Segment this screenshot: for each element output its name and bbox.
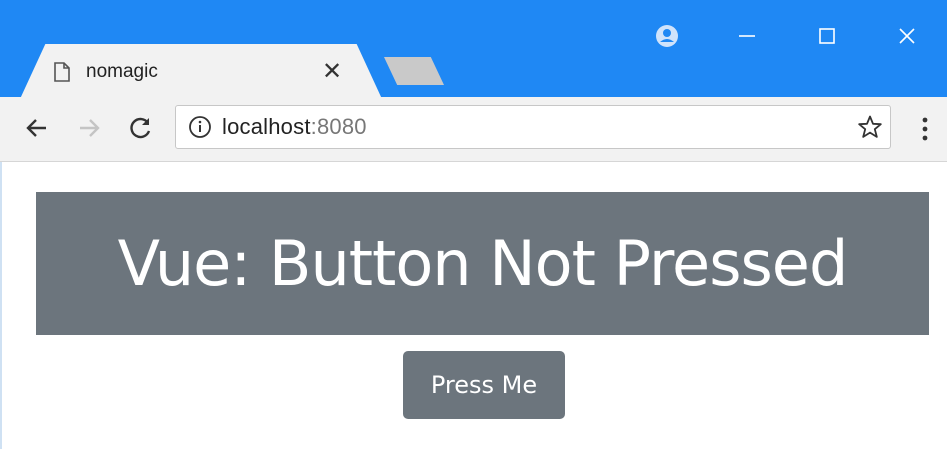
url-port: :8080 (310, 114, 367, 139)
close-icon[interactable] (867, 8, 947, 64)
maximize-icon[interactable] (787, 8, 867, 64)
arrow-right-icon[interactable] (72, 111, 106, 145)
browser-window: nomagic ✕ localhost:8080 Vue: Button Not… (0, 0, 947, 449)
account-icon[interactable] (627, 8, 707, 64)
minimize-icon[interactable] (707, 8, 787, 64)
star-icon[interactable] (850, 114, 890, 140)
url-text[interactable]: localhost:8080 (222, 114, 850, 140)
tab-content: nomagic ✕ (54, 44, 354, 99)
window-controls (627, 8, 947, 64)
tab-close-icon[interactable]: ✕ (320, 57, 344, 86)
new-tab-icon[interactable] (384, 57, 444, 85)
page-heading: Vue: Button Not Pressed (117, 227, 849, 300)
press-me-button[interactable]: Press Me (403, 351, 565, 419)
status-banner: Vue: Button Not Pressed (36, 192, 929, 335)
address-bar[interactable]: localhost:8080 (175, 105, 891, 149)
browser-toolbar: localhost:8080 (0, 97, 947, 162)
vertical-dots-icon[interactable] (913, 111, 937, 147)
reload-icon[interactable] (124, 111, 158, 145)
info-icon[interactable] (188, 115, 212, 139)
page-content: Vue: Button Not Pressed Press Me (0, 162, 947, 449)
page-icon (54, 61, 70, 82)
title-bar: nomagic ✕ (0, 0, 947, 99)
tab-title: nomagic (86, 60, 158, 82)
url-host: localhost (222, 114, 311, 139)
arrow-left-icon[interactable] (20, 111, 54, 145)
